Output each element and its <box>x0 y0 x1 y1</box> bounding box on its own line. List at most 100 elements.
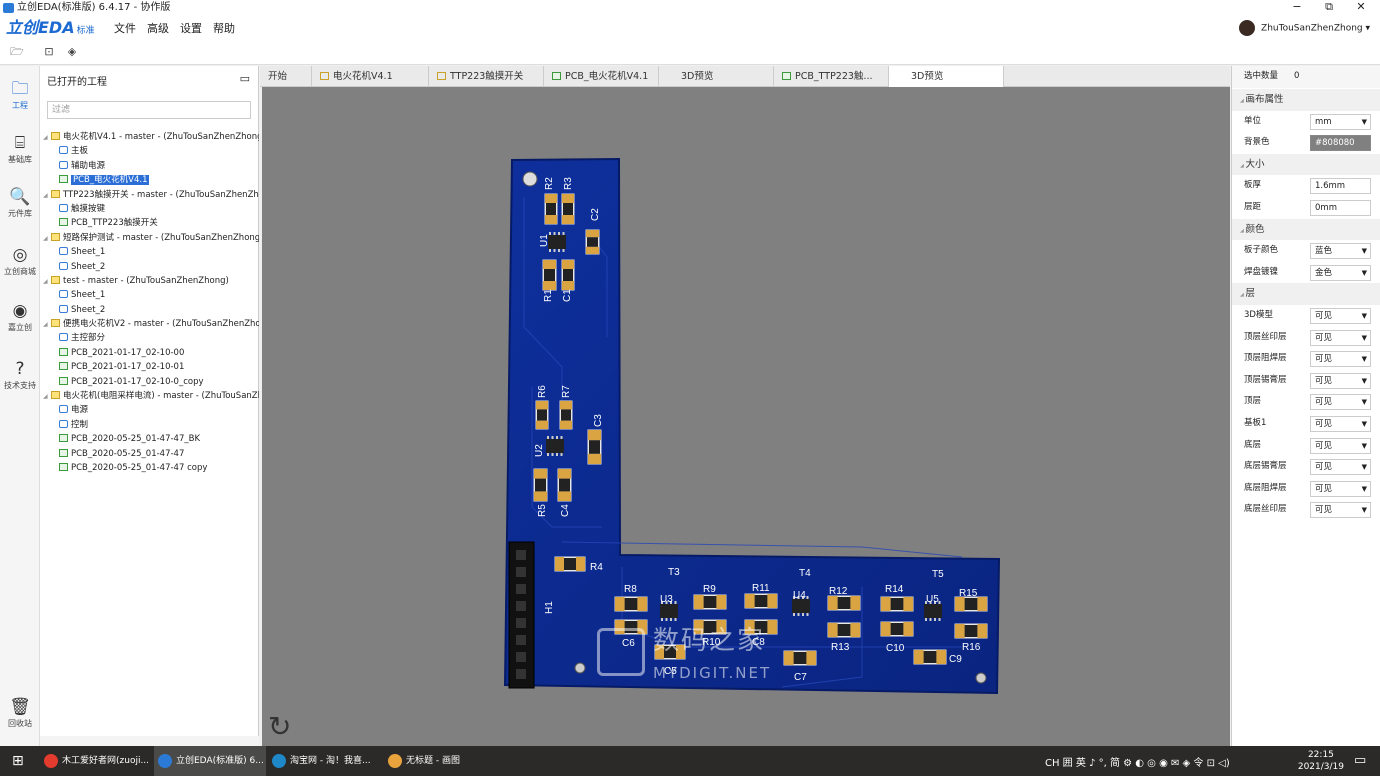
prop-row: 底层阻焊层 可见 <box>1232 478 1380 500</box>
tree-item[interactable]: 触摸按键 <box>40 202 259 216</box>
tree-item-label: TTP223触摸开关 - master - (ZhuTouSanZhenZhon… <box>63 189 259 200</box>
layers-icon[interactable]: ◈ <box>65 45 79 59</box>
watermark-cn: 数码之家 <box>653 626 766 656</box>
expand-arrow-icon[interactable]: ◢ <box>43 232 51 245</box>
sidebar-item-trash[interactable]: 🗑 回收站 <box>0 696 40 729</box>
prop-section: 画布属性 <box>1232 89 1380 111</box>
prop-select[interactable]: 可见 <box>1310 329 1371 346</box>
notification-icon[interactable]: ▭ <box>1350 746 1366 776</box>
sidebar-item-chip[interactable]: ⌸ 基础库 <box>0 132 40 165</box>
taskbar-app[interactable]: 淘宝网 - 淘！我喜... <box>268 746 380 776</box>
tree-item[interactable]: Sheet_2 <box>40 303 259 317</box>
minimize-button[interactable]: − <box>1282 0 1312 16</box>
pcb-silk-label: U4 <box>793 590 806 601</box>
image-export-icon[interactable]: ⊡ <box>42 45 56 59</box>
folder-icon <box>51 319 60 328</box>
taskbar-app[interactable]: 无标题 - 画图 <box>384 746 496 776</box>
tab-2[interactable]: TTP223触摸开关 <box>429 66 544 87</box>
sidebar-item-project[interactable]: 🗀 工程 <box>0 78 40 111</box>
tree-item[interactable]: 主控部分 <box>40 331 259 345</box>
sidebar-item-search-library[interactable]: 🔍 元件库 <box>0 186 40 219</box>
tab-6[interactable]: 3D预览 <box>889 66 1004 87</box>
user-menu[interactable]: ZhuTouSanZhenZhong ▾ <box>1239 20 1370 37</box>
pcb-silk-label: R13 <box>831 642 850 653</box>
tree-project[interactable]: ◢ 电火花机(电阻采样电流) - master - (ZhuTouSanZhenZ… <box>40 389 259 403</box>
tab-3[interactable]: PCB_电火花机V4.1 <box>544 66 659 87</box>
prop-select[interactable]: 可见 <box>1310 372 1371 389</box>
prop-row: 顶层阻焊层 可见 <box>1232 348 1380 370</box>
tab-1[interactable]: 电火花机V4.1 <box>312 66 429 87</box>
clock-time: 22:15 <box>1307 750 1334 760</box>
prop-input[interactable]: #808080 <box>1310 135 1371 152</box>
tree-project[interactable]: ◢ 便携电火花机V2 - master - (ZhuTouSanZhenZhong… <box>40 317 259 331</box>
tab-4[interactable]: 3D预览 <box>659 66 774 87</box>
tree-item[interactable]: PCB_2020-05-25_01-47-47 copy <box>40 461 259 475</box>
folder-icon <box>51 275 60 284</box>
tree-item[interactable]: Sheet_2 <box>40 260 259 274</box>
system-tray[interactable]: CH 囲 英 ♪ °, 简 ⚙ ◐ ◎ ◉ ✉ ◈ 令 ⊡ ◁) <box>1045 754 1230 769</box>
tree-item[interactable]: 电源 <box>40 403 259 417</box>
sidebar-item-help[interactable]: ? 技术支持 <box>0 358 40 391</box>
expand-arrow-icon[interactable]: ◢ <box>43 390 51 403</box>
horizontal-scrollbar[interactable] <box>40 736 259 746</box>
expand-arrow-icon[interactable]: ◢ <box>43 189 51 202</box>
prop-input[interactable]: 1.6mm <box>1310 178 1371 195</box>
start-button[interactable]: ⊞ <box>8 746 24 776</box>
expand-arrow-icon[interactable]: ◢ <box>43 131 51 144</box>
prop-select[interactable]: 可见 <box>1310 502 1371 519</box>
prop-select[interactable]: 可见 <box>1310 416 1371 432</box>
tab-5[interactable]: PCB_TTP223触... <box>774 66 889 87</box>
prop-select[interactable]: 可见 <box>1310 308 1371 324</box>
prop-row: 底层 可见 <box>1232 435 1380 457</box>
tree-item[interactable]: 主板 <box>40 144 259 158</box>
open-folder-icon[interactable]: 🗁 <box>10 45 24 59</box>
prop-select[interactable]: 可见 <box>1310 437 1371 454</box>
prop-select[interactable]: 可见 <box>1310 394 1371 411</box>
tree-item[interactable]: PCB_2021-01-17_02-10-01 <box>40 360 259 374</box>
tree-item[interactable]: Sheet_1 <box>40 245 259 259</box>
filter-input[interactable]: 过滤 <box>47 101 251 119</box>
tree-item[interactable]: Sheet_1 <box>40 288 259 302</box>
jlc-icon: ◉ <box>12 301 28 321</box>
prop-select[interactable]: 蓝色 <box>1310 243 1371 260</box>
menu-file[interactable]: 文件 <box>114 22 136 36</box>
close-button[interactable]: ✕ <box>1346 0 1376 16</box>
tree-item-label: Sheet_1 <box>71 247 106 258</box>
taskbar-app[interactable]: 木工爱好者网(zuoji... <box>40 746 152 776</box>
expand-arrow-icon[interactable]: ◢ <box>43 275 51 288</box>
tree-item[interactable]: 辅助电源 <box>40 159 259 173</box>
prop-select[interactable]: mm <box>1310 113 1371 130</box>
tree-project[interactable]: ◢ TTP223触摸开关 - master - (ZhuTouSanZhenZho… <box>40 188 259 202</box>
tree-project[interactable]: ◢ test - master - (ZhuTouSanZhenZhong) <box>40 274 259 288</box>
prop-select[interactable]: 可见 <box>1310 351 1371 368</box>
tree-item[interactable]: PCB_2020-05-25_01-47-47_BK <box>40 432 259 446</box>
prop-select[interactable]: 可见 <box>1310 480 1371 497</box>
tree-item[interactable]: PCB_2021-01-17_02-10-00 <box>40 346 259 360</box>
pcb-silk-label: C9 <box>949 654 962 665</box>
tree-project[interactable]: ◢ 短路保护测试 - master - (ZhuTouSanZhenZhong) <box>40 231 259 245</box>
tree-item[interactable]: PCB_TTP223触摸开关 <box>40 216 259 230</box>
prop-select[interactable]: 金色 <box>1310 264 1371 281</box>
pcb-icon <box>59 175 68 184</box>
refresh-icon[interactable]: ↻ <box>268 710 291 743</box>
collapse-panel-icon[interactable]: ▭ <box>240 72 250 85</box>
tab-0[interactable]: 开始 <box>260 66 312 87</box>
prop-input[interactable]: 0mm <box>1310 200 1371 216</box>
tree-item[interactable]: PCB_2020-05-25_01-47-47 <box>40 447 259 461</box>
tree-item[interactable]: 控制 <box>40 418 259 432</box>
tree-item[interactable]: PCB_电火花机V4.1 <box>40 173 259 187</box>
menu-help[interactable]: 帮助 <box>213 22 235 36</box>
tree-project[interactable]: ◢ 电火花机V4.1 - master - (ZhuTouSanZhenZhong… <box>40 130 259 144</box>
menu-advanced[interactable]: 高级 <box>147 22 169 36</box>
sidebar-item-jlc[interactable]: ◉ 嘉立创 <box>0 300 40 333</box>
menu-settings[interactable]: 设置 <box>180 22 202 36</box>
prop-select[interactable]: 可见 <box>1310 459 1371 476</box>
maximize-button[interactable]: ⧉ <box>1314 0 1344 16</box>
clock[interactable]: 22:15 2021/3/19 <box>1298 749 1344 773</box>
sidebar-item-lcsc[interactable]: ◎ 立创商城 <box>0 244 40 277</box>
app-icon <box>44 753 58 768</box>
app-icon <box>158 753 172 768</box>
tree-item[interactable]: PCB_2021-01-17_02-10-0_copy <box>40 375 259 389</box>
taskbar-app[interactable]: 立创EDA(标准版) 6... <box>154 746 266 776</box>
expand-arrow-icon[interactable]: ◢ <box>43 318 51 331</box>
